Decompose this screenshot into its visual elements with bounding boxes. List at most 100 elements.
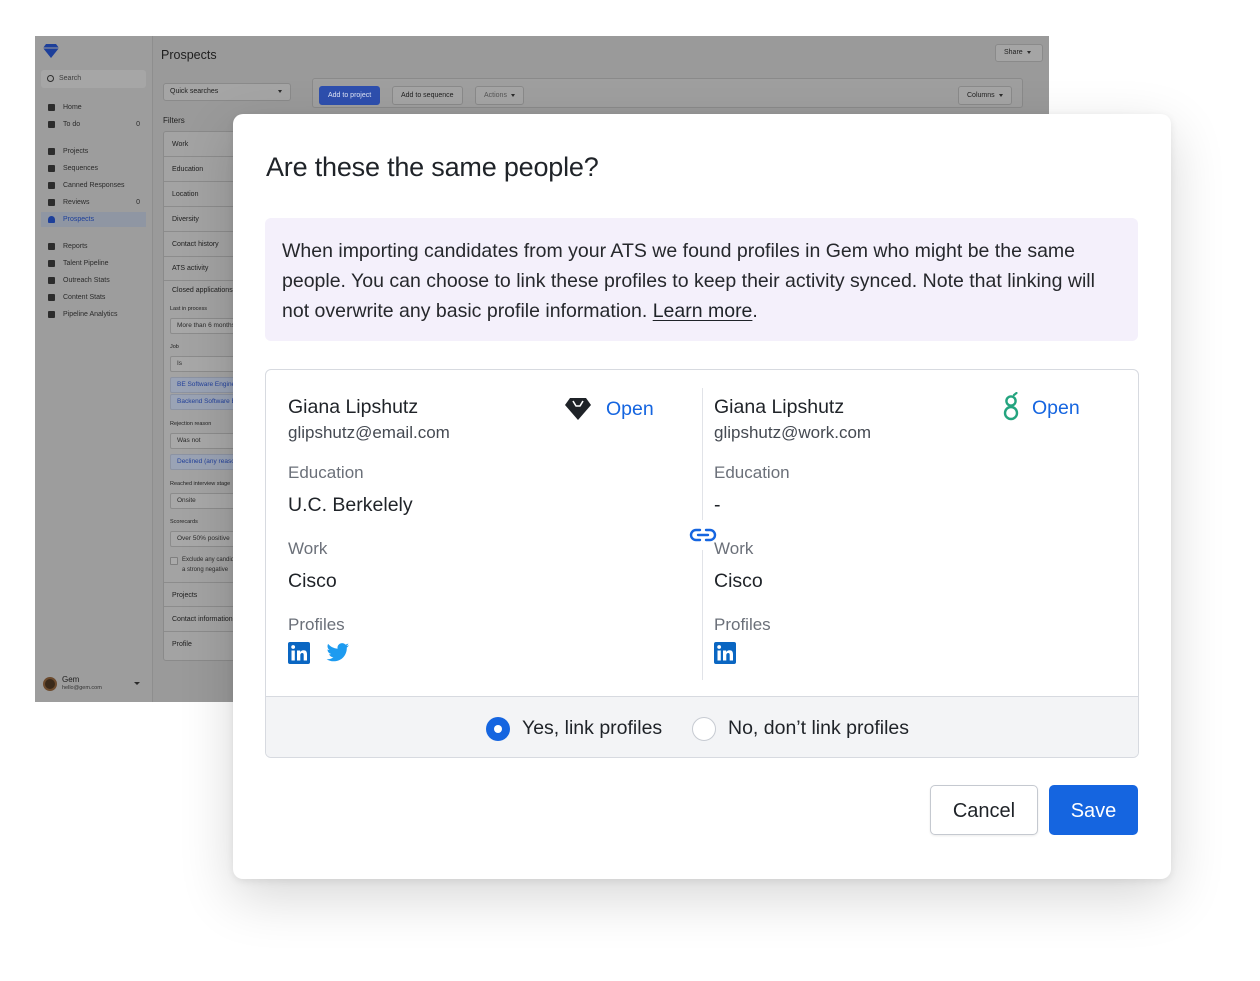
- filters-heading: Filters: [163, 116, 185, 125]
- sidebar-item-count: 0: [136, 121, 140, 128]
- sequence-icon: [48, 165, 55, 172]
- education-value: -: [714, 494, 721, 516]
- sidebar-item-label: To do: [63, 121, 81, 128]
- sidebar-item-talent-pipeline[interactable]: Talent Pipeline: [41, 256, 146, 271]
- open-gem-profile-link[interactable]: Open: [606, 398, 654, 421]
- social-profiles: [714, 642, 748, 666]
- yes-link-radio[interactable]: [486, 717, 510, 741]
- trend-icon: [48, 311, 55, 318]
- sidebar-item-reviews[interactable]: Reviews 0: [41, 195, 146, 210]
- sidebar-item-reports[interactable]: Reports: [41, 239, 146, 254]
- actions-button[interactable]: Actions: [475, 86, 524, 105]
- cancel-button[interactable]: Cancel: [930, 785, 1038, 835]
- sidebar-item-label: Home: [63, 104, 82, 111]
- share-button[interactable]: Share: [995, 44, 1043, 62]
- filter-section-diversity[interactable]: Diversity: [164, 207, 244, 232]
- filter-section-contact-history[interactable]: Contact history: [164, 232, 244, 257]
- sidebar-item-label: Pipeline Analytics: [63, 311, 118, 318]
- stats-icon: [48, 277, 55, 284]
- filter-label: Rejection reason: [170, 421, 212, 427]
- no-link-radio[interactable]: [692, 717, 716, 741]
- filter-icon: [48, 260, 55, 267]
- columns-button[interactable]: Columns: [958, 86, 1012, 105]
- filter-section-projects[interactable]: Projects: [164, 582, 244, 607]
- add-to-project-button[interactable]: Add to project: [319, 86, 381, 105]
- sidebar-item-label: Canned Responses: [63, 182, 125, 189]
- sidebar-item-label: Sequences: [63, 165, 99, 172]
- twitter-icon[interactable]: [326, 642, 350, 664]
- filter-section-ats-activity[interactable]: ATS activity: [164, 256, 244, 281]
- greenhouse-logo-icon: [1003, 392, 1019, 421]
- user-menu[interactable]: Gem hello@gem.com: [41, 674, 146, 696]
- no-link-label[interactable]: No, don’t link profiles: [728, 717, 909, 740]
- save-button[interactable]: Save: [1049, 785, 1138, 835]
- sidebar-item-outreach-stats[interactable]: Outreach Stats: [41, 273, 146, 288]
- columns-label: Columns: [967, 92, 995, 99]
- linkedin-icon[interactable]: [714, 642, 736, 664]
- sidebar-item-label: Reports: [63, 243, 88, 250]
- link-profiles-modal: Are these the same people? When importin…: [233, 114, 1171, 879]
- filter-label: Reached interview stage: [170, 481, 231, 487]
- sidebar-item-label: Outreach Stats: [63, 277, 110, 284]
- yes-link-label[interactable]: Yes, link profiles: [522, 717, 662, 740]
- info-notice: When importing candidates from your ATS …: [265, 218, 1138, 341]
- sidebar-item-home[interactable]: Home: [41, 100, 146, 115]
- sidebar-item-projects[interactable]: Projects: [41, 144, 146, 159]
- candidate-email: glipshutz@work.com: [714, 423, 872, 442]
- chevron-down-icon: [134, 682, 140, 685]
- exclude-checkbox[interactable]: [170, 557, 178, 565]
- content-icon: [48, 294, 55, 301]
- sidebar-search[interactable]: Search: [41, 70, 146, 88]
- filter-closed-applications[interactable]: Closed applications: [164, 281, 244, 301]
- notice-period: .: [752, 300, 758, 322]
- learn-more-link[interactable]: Learn more: [653, 300, 753, 322]
- sidebar-item-content-stats[interactable]: Content Stats: [41, 290, 146, 305]
- filter-section-profile[interactable]: Profile: [164, 632, 244, 657]
- add-to-sequence-button[interactable]: Add to sequence: [392, 86, 463, 105]
- gem-profile-card: Giana Lipshutz Open glipshutz@email.com …: [266, 370, 702, 696]
- social-profiles: [288, 642, 350, 666]
- sidebar-item-canned-responses[interactable]: Canned Responses: [41, 178, 146, 193]
- chevron-down-icon: [1026, 50, 1031, 54]
- candidate-name: Giana Lipshutz: [714, 396, 845, 418]
- toolbar: Add to project Add to sequence Actions C…: [312, 78, 1023, 108]
- chevron-down-icon: [510, 93, 515, 97]
- share-label: Share: [1004, 49, 1023, 56]
- filter-label: Last in process: [170, 306, 207, 312]
- folder-icon: [48, 148, 55, 155]
- work-value: Cisco: [288, 570, 337, 592]
- profiles-label: Profiles: [714, 615, 771, 634]
- gem-logo-icon[interactable]: [43, 44, 59, 58]
- filters-panel: Work Education Location Diversity Contac…: [163, 131, 258, 661]
- report-icon: [48, 243, 55, 250]
- home-icon: [48, 104, 55, 111]
- education-label: Education: [714, 463, 790, 482]
- review-icon: [48, 199, 55, 206]
- sidebar-item-pipeline-analytics[interactable]: Pipeline Analytics: [41, 307, 146, 322]
- filter-section-education[interactable]: Education: [164, 157, 244, 182]
- sidebar-item-label: Talent Pipeline: [63, 260, 109, 267]
- filter-section-location[interactable]: Location: [164, 182, 244, 207]
- link-choice-bar: Yes, link profiles No, don’t link profil…: [266, 696, 1138, 757]
- filter-section-work[interactable]: Work: [164, 132, 244, 157]
- quick-searches-select[interactable]: Quick searches: [163, 83, 291, 101]
- filter-section-contact-information[interactable]: Contact information: [164, 607, 244, 632]
- exclude-label-line2: a strong negative: [182, 567, 229, 573]
- ats-profile-card: Giana Lipshutz Open glipshutz@work.com E…: [703, 370, 1138, 696]
- quick-searches-label: Quick searches: [170, 88, 219, 95]
- sidebar-item-to-do[interactable]: To do 0: [41, 117, 146, 132]
- sidebar-item-prospects[interactable]: Prospects: [41, 212, 146, 227]
- linkedin-icon[interactable]: [288, 642, 310, 664]
- candidate-email: glipshutz@email.com: [288, 423, 450, 442]
- education-value: U.C. Berkelely: [288, 494, 413, 516]
- sidebar-item-count: 0: [136, 199, 140, 206]
- sidebar-item-label: Content Stats: [63, 294, 106, 301]
- sidebar-item-label: Projects: [63, 148, 89, 155]
- search-icon: [47, 75, 54, 82]
- sidebar-item-sequences[interactable]: Sequences: [41, 161, 146, 176]
- modal-title: Are these the same people?: [266, 152, 599, 182]
- chevron-down-icon: [278, 90, 282, 93]
- open-ats-profile-link[interactable]: Open: [1032, 397, 1080, 420]
- work-label: Work: [714, 539, 754, 558]
- avatar: [43, 677, 57, 691]
